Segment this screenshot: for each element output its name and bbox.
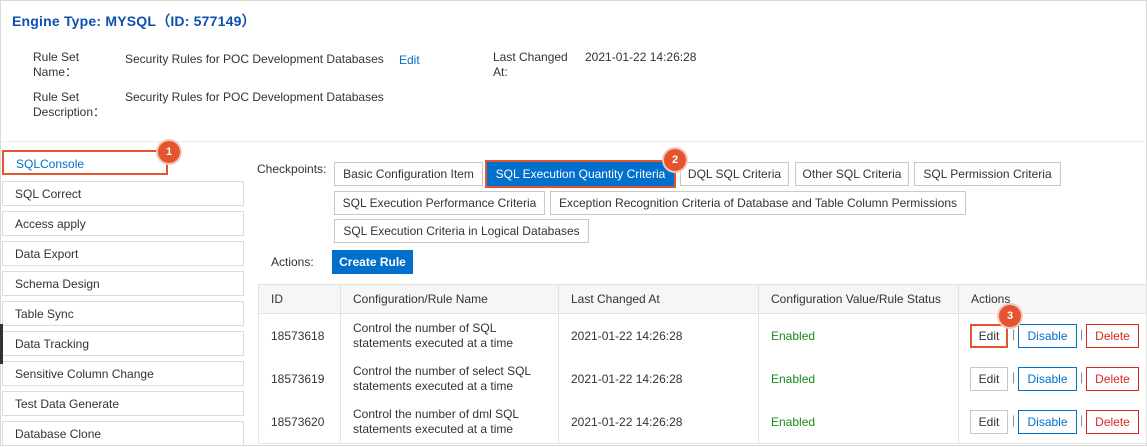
sidebar-item-test-data-generate[interactable]: Test Data Generate bbox=[2, 391, 244, 416]
column-header-id: ID bbox=[271, 292, 283, 306]
rule-status: Enabled bbox=[758, 314, 958, 357]
disable-rule-button[interactable]: Disable bbox=[1018, 324, 1077, 348]
checkpoint-dql-sql-criteria[interactable]: DQL SQL Criteria bbox=[680, 162, 789, 186]
create-rule-button[interactable]: Create Rule bbox=[332, 250, 413, 274]
delete-rule-button[interactable]: Delete bbox=[1086, 324, 1139, 348]
rule-last-changed: 2021-01-22 14:26:28 bbox=[558, 357, 758, 400]
rule-status: Enabled bbox=[758, 357, 958, 400]
checkpoint-sql-execution-criteria-logical-databases[interactable]: SQL Execution Criteria in Logical Databa… bbox=[334, 219, 589, 243]
rule-name: Control the number of SQL statements exe… bbox=[340, 314, 558, 357]
rule-set-name-value: Security Rules for POC Development Datab… bbox=[125, 52, 384, 66]
checkpoint-sql-execution-performance-criteria[interactable]: SQL Execution Performance Criteria bbox=[334, 191, 545, 215]
sidebar-item-table-sync[interactable]: Table Sync bbox=[2, 301, 244, 326]
table-row: 18573620 Control the number of dml SQL s… bbox=[259, 400, 1146, 444]
action-separator: | bbox=[1012, 370, 1016, 384]
delete-rule-button[interactable]: Delete bbox=[1086, 410, 1139, 434]
rule-set-name-label: Rule Set Name： bbox=[33, 50, 80, 79]
sidebar-item-data-tracking[interactable]: Data Tracking bbox=[2, 331, 244, 356]
checkpoint-sql-execution-quantity-criteria[interactable]: SQL Execution Quantity Criteria bbox=[485, 160, 676, 188]
rule-id: 18573620 bbox=[271, 414, 325, 429]
sidebar-item-sqlconsole[interactable]: SQLConsole bbox=[2, 150, 168, 175]
actions-label: Actions: bbox=[271, 255, 314, 269]
rule-set-description-label: Rule Set Description： bbox=[33, 90, 106, 119]
column-header-status: Configuration Value/Rule Status bbox=[758, 285, 958, 313]
edit-rule-button[interactable]: Edit bbox=[970, 410, 1008, 434]
disable-rule-button[interactable]: Disable bbox=[1018, 367, 1077, 391]
column-header-actions: Actions bbox=[958, 285, 1146, 313]
checkpoint-sql-permission-criteria[interactable]: SQL Permission Criteria bbox=[914, 162, 1061, 186]
sidebar-item-sensitive-column-change[interactable]: Sensitive Column Change bbox=[2, 361, 244, 386]
rule-last-changed: 2021-01-22 14:26:28 bbox=[558, 314, 758, 357]
edit-rule-button[interactable]: Edit bbox=[970, 367, 1008, 391]
sidebar-item-sql-correct[interactable]: SQL Correct bbox=[2, 181, 244, 206]
last-changed-label: Last Changed At: bbox=[493, 50, 568, 79]
sidebar-item-data-export[interactable]: Data Export bbox=[2, 241, 244, 266]
sidebar-scroll-marker bbox=[0, 324, 3, 364]
sidebar-item-access-apply[interactable]: Access apply bbox=[2, 211, 244, 236]
rule-last-changed: 2021-01-22 14:26:28 bbox=[558, 400, 758, 443]
edit-rule-set-name-link[interactable]: Edit bbox=[399, 53, 420, 68]
column-header-last-changed: Last Changed At bbox=[558, 285, 758, 313]
sidebar-item-schema-design[interactable]: Schema Design bbox=[2, 271, 244, 296]
rule-name: Control the number of select SQL stateme… bbox=[340, 357, 558, 400]
rule-name: Control the number of dml SQL statements… bbox=[340, 400, 558, 443]
checkpoint-basic-configuration-item[interactable]: Basic Configuration Item bbox=[334, 162, 483, 186]
checkpoint-exception-recognition-criteria[interactable]: Exception Recognition Criteria of Databa… bbox=[550, 191, 966, 215]
table-row: 18573619 Control the number of select SQ… bbox=[259, 357, 1146, 401]
disable-rule-button[interactable]: Disable bbox=[1018, 410, 1077, 434]
rule-set-description-value: Security Rules for POC Development Datab… bbox=[125, 90, 384, 104]
checkpoint-other-sql-criteria[interactable]: Other SQL Criteria bbox=[795, 162, 909, 186]
action-separator: | bbox=[1080, 413, 1084, 427]
step-badge-2: 2 bbox=[664, 149, 686, 171]
sidebar-item-database-clone[interactable]: Database Clone bbox=[2, 421, 244, 446]
edit-rule-button[interactable]: Edit bbox=[970, 324, 1008, 348]
action-separator: | bbox=[1012, 413, 1016, 427]
step-badge-3: 3 bbox=[999, 305, 1021, 327]
delete-rule-button[interactable]: Delete bbox=[1086, 367, 1139, 391]
action-separator: | bbox=[1080, 370, 1084, 384]
action-separator: | bbox=[1012, 327, 1016, 341]
engine-type-title: Engine Type: MYSQL（ID: 577149） bbox=[12, 13, 256, 29]
rule-id: 18573619 bbox=[271, 371, 325, 386]
action-separator: | bbox=[1080, 327, 1084, 341]
checkpoints-label: Checkpoints: bbox=[257, 162, 327, 176]
rule-id: 18573618 bbox=[271, 328, 325, 343]
column-header-rule-name: Configuration/Rule Name bbox=[340, 285, 558, 313]
last-changed-value: 2021-01-22 14:26:28 bbox=[585, 50, 697, 64]
rule-status: Enabled bbox=[758, 400, 958, 443]
step-badge-1: 1 bbox=[158, 141, 180, 163]
